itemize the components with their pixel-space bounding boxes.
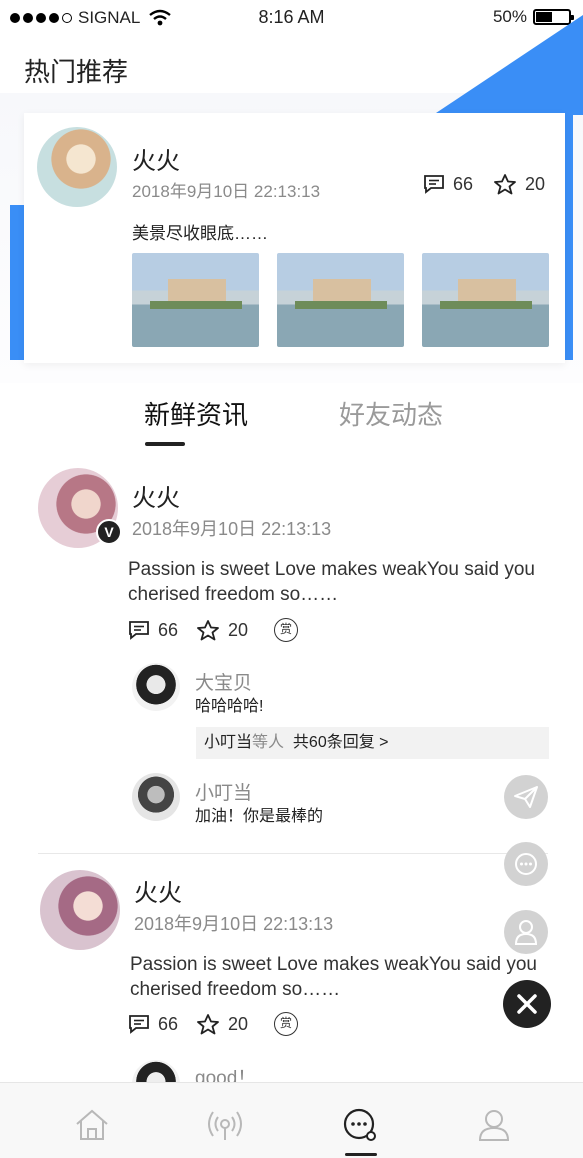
hot-card-stats: 66 20: [423, 173, 545, 195]
chat-icon: [515, 853, 537, 875]
header-accent-shape: [433, 15, 583, 115]
user-icon: [514, 920, 538, 945]
post-text: 美景尽收眼底……: [132, 224, 268, 243]
reply-summary[interactable]: 小叮当等人 共60条回复 >: [196, 727, 549, 759]
comment-text: 哈哈哈哈!: [195, 698, 264, 715]
card-stack-left-edge: [10, 205, 24, 360]
comment-icon[interactable]: [423, 174, 445, 194]
radio-icon: [208, 1111, 242, 1140]
reply-user: 小叮当: [204, 734, 253, 751]
tab-friend-activity[interactable]: 好友动态: [339, 395, 443, 432]
author-name[interactable]: 火火: [132, 478, 180, 513]
avatar[interactable]: [37, 127, 117, 207]
like-count: 20: [228, 1013, 249, 1034]
comment-fab[interactable]: [504, 842, 548, 886]
nav-profile[interactable]: [474, 1105, 514, 1145]
active-nav-indicator: [345, 1153, 377, 1156]
comment-count: 66: [452, 173, 473, 194]
commenter-name[interactable]: 大宝贝: [195, 668, 252, 695]
photo-grid: [132, 253, 549, 347]
comment-text: 加油！你是最棒的: [195, 808, 324, 825]
post-text: Passion is sweet Love makes weakYou said…: [130, 954, 537, 1000]
castle-photo[interactable]: [422, 253, 549, 347]
send-icon: [514, 786, 538, 808]
bottom-navigation: [0, 1082, 583, 1158]
hot-recommend-card[interactable]: 火火 2018年9月10日 22:13:13 66 20 美景尽收眼底……: [24, 113, 565, 363]
comment-icon[interactable]: [128, 1014, 150, 1034]
avatar[interactable]: [40, 870, 120, 950]
commenter-name[interactable]: 小叮当: [195, 778, 252, 805]
post-date: 2018年9月10日 22:13:13: [134, 914, 334, 934]
author-name[interactable]: 火火: [132, 141, 180, 176]
feed-tabs: 新鲜资讯 好友动态: [0, 395, 583, 455]
comment-count: 66: [158, 619, 179, 640]
star-icon[interactable]: [493, 173, 517, 195]
author-name[interactable]: 火火: [134, 873, 182, 908]
post-text: Passion is sweet Love makes weakYou said…: [128, 559, 535, 605]
post-stats: 66 20 赏: [128, 1012, 299, 1036]
castle-photo[interactable]: [132, 253, 259, 347]
nav-messages[interactable]: [340, 1105, 380, 1145]
star-icon[interactable]: [196, 619, 220, 641]
tab-fresh-news[interactable]: 新鲜资讯: [144, 395, 248, 432]
castle-photo[interactable]: [277, 253, 404, 347]
post-date: 2018年9月10日 22:13:13: [132, 182, 321, 201]
avatar[interactable]: [132, 773, 180, 821]
home-icon: [76, 1109, 108, 1140]
reply-etc: 等人: [252, 734, 285, 751]
avatar[interactable]: [132, 663, 180, 711]
close-icon: [517, 994, 537, 1014]
star-icon[interactable]: [196, 1013, 220, 1035]
reward-button[interactable]: 赏: [274, 1012, 299, 1036]
active-tab-indicator: [145, 442, 185, 446]
profile-icon: [478, 1110, 510, 1141]
nav-broadcast[interactable]: [205, 1105, 245, 1145]
page-title: 热门推荐: [24, 57, 129, 87]
comment-icon[interactable]: [128, 620, 150, 640]
post-date: 2018年9月10日 22:13:13: [132, 519, 332, 539]
nav-home[interactable]: [72, 1105, 112, 1145]
verified-badge: V: [96, 519, 122, 545]
post-divider: [38, 853, 548, 854]
profile-fab[interactable]: [504, 910, 548, 954]
like-count: 20: [524, 173, 545, 194]
close-fab[interactable]: [503, 980, 551, 1028]
reply-count: 共60条回复 >: [292, 734, 389, 751]
like-count: 20: [228, 619, 249, 640]
comment-count: 66: [158, 1013, 179, 1034]
reward-button[interactable]: 赏: [274, 618, 299, 642]
share-fab[interactable]: [504, 775, 548, 819]
post-stats: 66 20 赏: [128, 618, 299, 642]
message-icon: [343, 1108, 376, 1141]
